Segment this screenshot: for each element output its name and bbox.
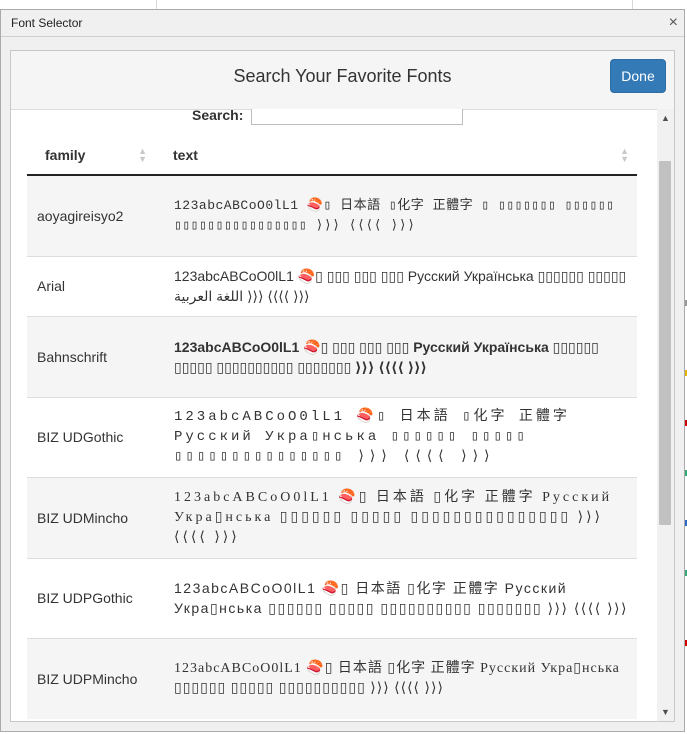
font-family-cell: BIZ UDGothic [27, 397, 155, 478]
column-header-family[interactable]: family ▲ ▼ [27, 136, 155, 176]
font-sample-cell: 123abcABCoO0lL1 🍣▯ 日本語 ▯化字 正體字 ▯ ▯▯▯▯▯▯▯… [155, 174, 637, 257]
font-sample-cell: 123abcABCoO0lL1 🍣▯ 日本語 ▯化字 正體字 Русский У… [155, 638, 637, 719]
table-row[interactable]: Arial 123abcABCoO0lL1 🍣▯ ▯▯▯ ▯▯▯ ▯▯▯ Рус… [27, 256, 637, 317]
font-sample-cell: 123abcABCoO0lL1 🍣▯ ▯▯▯ ▯▯▯ ▯▯▯ Русский У… [155, 316, 637, 398]
sort-icon[interactable]: ▲ ▼ [138, 147, 147, 164]
search-label: Search: [192, 109, 244, 123]
column-header-label: family [45, 147, 86, 163]
table-row[interactable]: BIZ UDGothic 123abcABCoO0lL1 🍣▯ 日本語 ▯化字 … [27, 397, 637, 478]
close-icon[interactable]: × [669, 15, 678, 31]
font-family-cell: Arial [27, 256, 155, 317]
column-header-text[interactable]: text ▲ ▼ [155, 136, 637, 176]
table-row[interactable]: BIZ UDMincho 123abcABCoO0lL1 🍣▯ 日本語 ▯化字 … [27, 477, 637, 559]
dialog-header: Search Your Favorite Fonts Done [11, 51, 674, 110]
column-header-label: text [173, 147, 198, 163]
window-title: Font Selector [11, 16, 83, 30]
table-row[interactable]: Bahnschrift 123abcABCoO0lL1 🍣▯ ▯▯▯ ▯▯▯ ▯… [27, 316, 637, 398]
vertical-scrollbar[interactable]: ▲ ▼ [657, 109, 674, 721]
dialog-content: Search Your Favorite Fonts Done Search: … [10, 50, 675, 722]
font-sample-cell: 123abcABCoO0lL1 🍣▯ 日本語 ▯化字 正體字 Русский У… [155, 477, 637, 559]
font-list-scroll-area[interactable]: Search: family ▲ ▼ text ▲ ▼ aoyagireisyo… [11, 109, 674, 721]
font-table: family ▲ ▼ text ▲ ▼ aoyagireisyo2 123abcAB… [27, 136, 637, 719]
font-selector-window: Font Selector × Search Your Favorite Fon… [0, 9, 685, 732]
table-row[interactable]: aoyagireisyo2 123abcABCoO0lL1 🍣▯ 日本語 ▯化字… [27, 174, 637, 257]
window-titlebar[interactable]: Font Selector × [1, 10, 684, 37]
font-family-cell: aoyagireisyo2 [27, 174, 155, 257]
font-sample-cell: 123abcABCoO0lL1 🍣▯ ▯▯▯ ▯▯▯ ▯▯▯ Русский У… [155, 256, 637, 317]
sort-icon[interactable]: ▲ ▼ [620, 147, 629, 164]
dialog-title: Search Your Favorite Fonts [233, 66, 452, 86]
search-input[interactable] [251, 109, 464, 125]
font-sample-cell: 123abcABCoO0lL1 🍣▯ 日本語 ▯化字 正體字 Русский У… [155, 397, 637, 478]
background-divider [156, 0, 157, 9]
scroll-down-arrow-icon[interactable]: ▼ [657, 705, 674, 719]
scroll-up-arrow-icon[interactable]: ▲ [657, 111, 674, 125]
font-family-cell: BIZ UDPMincho [27, 638, 155, 719]
font-family-cell: BIZ UDMincho [27, 477, 155, 559]
table-row[interactable]: BIZ UDPMincho 123abcABCoO0lL1 🍣▯ 日本語 ▯化字… [27, 638, 637, 719]
font-family-cell: Bahnschrift [27, 316, 155, 398]
font-family-cell: BIZ UDPGothic [27, 558, 155, 639]
background-divider [632, 0, 633, 9]
search-row: Search: [192, 109, 464, 125]
font-sample-cell: 123abcABCoO0lL1 🍣▯ 日本語 ▯化字 正體字 Русский У… [155, 558, 637, 639]
scrollbar-thumb[interactable] [659, 161, 671, 525]
table-row[interactable]: BIZ UDPGothic 123abcABCoO0lL1 🍣▯ 日本語 ▯化字… [27, 558, 637, 639]
done-button[interactable]: Done [610, 59, 666, 93]
table-header-row: family ▲ ▼ text ▲ ▼ [27, 136, 637, 176]
